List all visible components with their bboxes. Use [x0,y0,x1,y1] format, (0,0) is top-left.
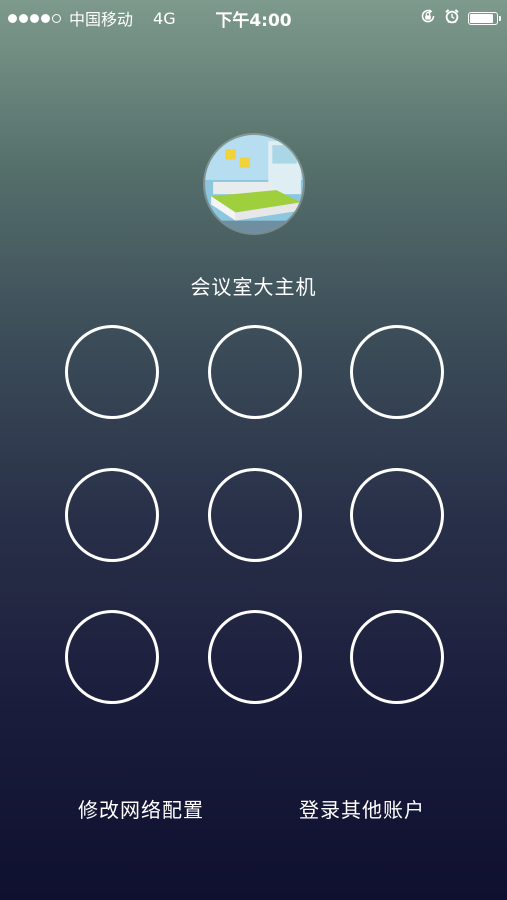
status-right [420,8,501,28]
pattern-node-9[interactable] [350,610,444,704]
rotation-lock-icon [420,8,436,28]
alarm-icon [444,8,460,28]
pattern-node-2[interactable] [208,325,302,419]
status-bar: 中国移动 4G 下午4:00 [0,0,507,36]
pattern-node-4[interactable] [65,468,159,562]
pattern-node-5[interactable] [208,468,302,562]
modify-network-config-link[interactable]: 修改网络配置 [78,794,204,823]
battery-icon [468,11,501,25]
pattern-node-6[interactable] [350,468,444,562]
room-photo-icon [205,135,303,233]
battery-fill [470,13,493,23]
device-avatar [203,133,305,235]
pattern-node-8[interactable] [208,610,302,704]
pattern-node-3[interactable] [350,325,444,419]
login-other-account-link[interactable]: 登录其他账户 [299,794,425,823]
pattern-node-7[interactable] [65,610,159,704]
pattern-node-1[interactable] [65,325,159,419]
device-name: 会议室大主机 [190,275,317,299]
